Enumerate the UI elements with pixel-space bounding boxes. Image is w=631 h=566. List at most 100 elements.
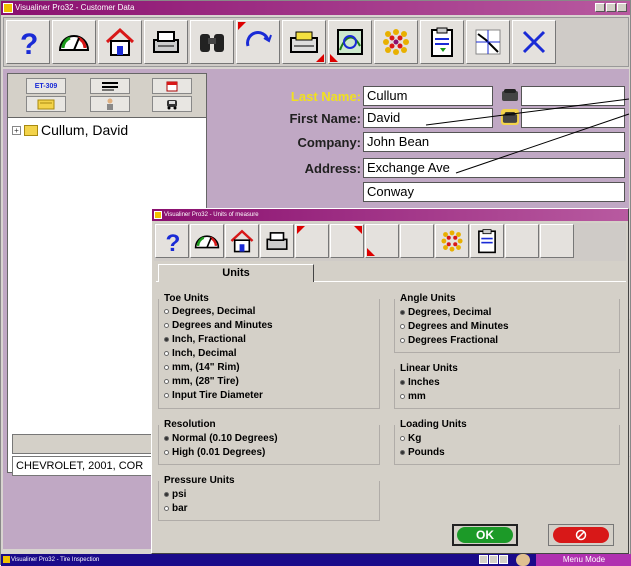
home-button[interactable] [225,224,259,258]
address-field[interactable]: Exchange Ave [363,158,625,178]
tree-expand-icon[interactable]: + [12,125,21,135]
last-name-field[interactable]: Cullum [363,86,493,106]
empty-button[interactable] [400,224,434,258]
clipboard-button[interactable] [420,20,464,64]
help-button[interactable]: ? [6,20,50,64]
close-icon [522,30,546,54]
empty-button[interactable] [295,224,329,258]
phone-icon[interactable] [501,109,519,125]
graph-button[interactable] [466,20,510,64]
tab-calendar[interactable] [152,78,192,94]
app-icon [3,3,13,13]
first-name-extra-field[interactable] [521,108,625,128]
pressure-units-group [158,481,380,521]
gauge-icon [194,235,220,249]
maximize-button[interactable] [606,3,616,12]
gauge-button[interactable] [190,224,224,258]
dots-button[interactable] [374,20,418,64]
taskbar-window-buttons [479,555,508,564]
cancel-button[interactable] [548,524,614,546]
dialog-title-bar: Visualiner Pro32 - Units of measure [152,209,628,221]
units-dialog: Visualiner Pro32 - Units of measure ? Un… [151,208,629,554]
printer-icon [153,31,179,53]
taskbar: Visualiner Pro32 - Tire Inspection Menu … [1,554,631,566]
dots-button[interactable] [435,224,469,258]
gauge-button[interactable] [52,20,96,64]
close-button[interactable] [512,20,556,64]
company-field[interactable]: John Bean [363,132,625,152]
print-button[interactable] [144,20,188,64]
corner-marker [354,226,362,234]
list-icon [102,82,118,91]
first-name-field[interactable]: David [363,108,493,128]
last-name-extra-field[interactable] [521,86,625,106]
maximize-button[interactable] [489,555,498,564]
tab-et309-label: ET-309 [34,82,58,90]
empty-button[interactable] [365,224,399,258]
last-name-label: Last Name: [290,89,361,104]
svg-text:?: ? [20,28,38,58]
corner-marker [297,226,305,234]
minimize-button[interactable] [479,555,488,564]
first-name-label: First Name: [289,111,361,126]
tree-item-label: Cullum, David [41,122,129,138]
app-icon [154,211,162,219]
ok-button[interactable]: OK [452,524,518,546]
rotate-icon [246,31,272,47]
empty-button[interactable] [505,224,539,258]
folder-icon [37,99,55,110]
vehicle-field: CHEVROLET, 2001, COR [12,456,162,476]
tab-folder[interactable] [26,96,66,112]
window-controls [595,3,627,12]
printer-icon [266,232,288,250]
dialog-tab-strip: Units [156,264,626,282]
tab-car[interactable] [152,96,192,112]
clipboard-button[interactable] [470,224,504,258]
binoculars-icon [200,34,224,52]
empty-button[interactable] [540,224,574,258]
print-button[interactable] [260,224,294,258]
toe-units-group [158,299,380,409]
chart-icon [337,29,363,55]
tab-et309[interactable]: ET-309 [26,78,66,94]
help-icon: ? [20,28,38,58]
help-button[interactable]: ? [155,224,189,258]
chart-button[interactable] [328,20,372,64]
clipboard-icon [478,229,496,254]
phone-icon[interactable] [501,87,519,103]
disk-button[interactable] [282,20,326,64]
gauge-icon [58,35,90,51]
tab-person[interactable] [90,96,130,112]
corner-marker [238,22,246,30]
loading-units-group [394,425,620,465]
car-icon [167,100,177,110]
window-close-button[interactable] [617,3,627,12]
tab-list[interactable] [90,78,130,94]
corner-marker [330,54,338,62]
taskbar-title[interactable]: Visualiner Pro32 - Tire Inspection [11,554,99,566]
search-button[interactable] [190,20,234,64]
avatar [516,554,530,566]
menu-mode-indicator[interactable]: Menu Mode [536,554,631,566]
company-label: Company: [297,135,361,150]
ok-button-label: OK [457,527,513,543]
tab-units[interactable]: Units [158,264,314,282]
window-title: Visualiner Pro32 - Customer Data [15,3,135,12]
empty-button[interactable] [330,224,364,258]
address-line2-field[interactable]: Conway [363,182,625,202]
clipboard-icon [431,27,453,57]
main-window: Visualiner Pro32 - Customer Data ? ET-30… [0,0,631,566]
tree-item-customer[interactable]: + Cullum, David [12,122,128,138]
minimize-button[interactable] [595,3,605,12]
home-button[interactable] [98,20,142,64]
dialog-title: Visualiner Pro32 - Units of measure [164,212,259,218]
rotate-button[interactable] [236,20,280,64]
angle-units-group [394,299,620,353]
help-icon: ? [166,230,181,254]
corner-marker [316,54,324,62]
window-close-button[interactable] [499,555,508,564]
corner-marker [367,248,375,256]
calendar-icon [166,81,178,92]
dots-icon [441,230,463,252]
folder-icon [24,124,38,136]
